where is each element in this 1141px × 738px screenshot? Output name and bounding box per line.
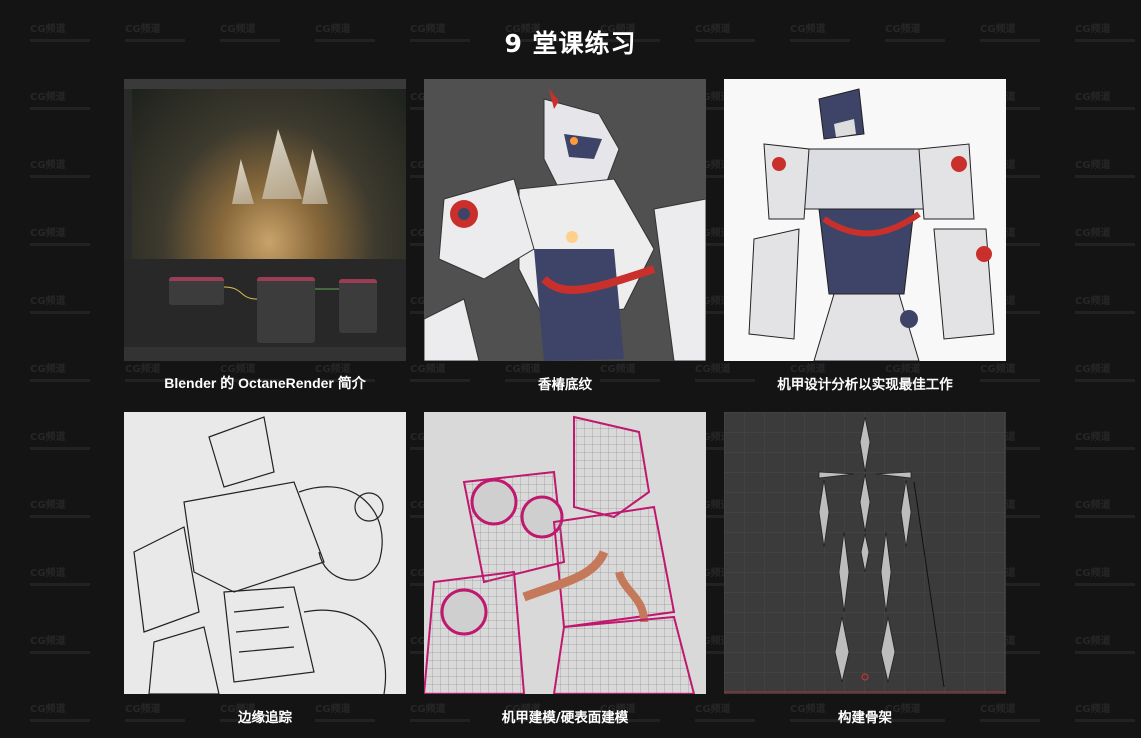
- watermark-logo: CG频道: [1075, 228, 1111, 239]
- watermark-tile: CG频道: [30, 700, 100, 726]
- watermark-logo: CG频道: [1075, 704, 1111, 715]
- watermark-tile: CG频道: [30, 224, 100, 250]
- watermark-tile: CG频道: [1075, 564, 1141, 590]
- watermark-logo: CG频道: [30, 228, 66, 239]
- watermark-logo: CG频道: [1075, 364, 1111, 375]
- watermark-logo: CG频道: [30, 704, 66, 715]
- watermark-line: [30, 515, 90, 518]
- watermark-tile: CG频道: [30, 632, 100, 658]
- watermark-logo: CG频道: [1075, 500, 1111, 511]
- robot-illustration: [748, 88, 995, 361]
- watermark-line: [1075, 719, 1135, 722]
- watermark-line: [1075, 175, 1135, 178]
- watermark-tile: CG频道: [1075, 88, 1141, 114]
- watermark-line: [30, 379, 90, 382]
- watermark-line: [30, 651, 90, 654]
- watermark-logo: CG频道: [30, 296, 66, 307]
- watermark-line: [30, 107, 90, 110]
- lesson-card[interactable]: 香椿底纹: [424, 79, 706, 393]
- watermark-line: [1075, 107, 1135, 110]
- node-editor: [124, 259, 406, 361]
- lesson-card[interactable]: Blender 的 OctaneRender 简介: [124, 79, 406, 391]
- robot-illustration: [424, 89, 706, 361]
- lesson-card[interactable]: 机甲设计分析以实现最佳工作: [724, 79, 1006, 393]
- watermark-tile: CG频道: [1075, 700, 1141, 726]
- watermark-tile: CG频道: [1075, 360, 1141, 386]
- watermark-logo: CG频道: [1075, 568, 1111, 579]
- wireframe-model: [424, 415, 696, 694]
- lesson-caption: 香椿底纹: [538, 377, 592, 393]
- watermark-tile: CG频道: [30, 428, 100, 454]
- watermark-tile: CG频道: [1075, 428, 1141, 454]
- watermark-line: [30, 243, 90, 246]
- watermark-tile: CG频道: [30, 156, 100, 182]
- watermark-logo: CG频道: [30, 568, 66, 579]
- lesson-card[interactable]: 边缘追踪: [124, 412, 406, 726]
- watermark-logo: CG频道: [1075, 432, 1111, 443]
- watermark-logo: CG频道: [30, 92, 66, 103]
- watermark-line: [1075, 651, 1135, 654]
- lesson-thumbnail[interactable]: [724, 79, 1006, 361]
- watermark-line: [30, 447, 90, 450]
- lesson-thumbnail[interactable]: [424, 412, 706, 694]
- watermark-tile: CG频道: [30, 564, 100, 590]
- armature-skeleton: [724, 412, 1006, 694]
- watermark-tile: CG频道: [30, 292, 100, 318]
- watermark-line: [1075, 243, 1135, 246]
- watermark-line: [1075, 311, 1135, 314]
- crystal-shape: [232, 159, 254, 204]
- watermark-logo: CG频道: [1075, 296, 1111, 307]
- watermark-line: [30, 583, 90, 586]
- watermark-line: [1075, 447, 1135, 450]
- watermark-tile: CG频道: [1075, 292, 1141, 318]
- watermark-line: [30, 175, 90, 178]
- watermark-logo: CG频道: [1075, 636, 1111, 647]
- watermark-tile: CG频道: [1075, 496, 1141, 522]
- lesson-thumbnail[interactable]: [124, 412, 406, 694]
- lesson-thumbnail[interactable]: [124, 79, 406, 361]
- watermark-tile: CG频道: [30, 360, 100, 386]
- watermark-tile: CG频道: [30, 496, 100, 522]
- timeline: [124, 347, 406, 361]
- watermark-logo: CG频道: [30, 636, 66, 647]
- watermark-tile: CG频道: [30, 88, 100, 114]
- crystal-shape: [302, 149, 328, 204]
- lesson-caption: Blender 的 OctaneRender 简介: [164, 375, 366, 391]
- page-title: 9 堂课练习: [504, 29, 637, 58]
- lesson-card[interactable]: 构建骨架: [724, 412, 1006, 726]
- watermark-line: [1075, 515, 1135, 518]
- lesson-caption: 机甲建模/硬表面建模: [501, 710, 629, 726]
- crystal-shape: [262, 129, 302, 199]
- watermark-tile: CG频道: [1075, 224, 1141, 250]
- watermark-logo: CG频道: [30, 432, 66, 443]
- watermark-line: [1075, 583, 1135, 586]
- lineart-illustration: [133, 416, 387, 694]
- lesson-caption: 机甲设计分析以实现最佳工作: [777, 377, 953, 393]
- lesson-caption: 边缘追踪: [238, 710, 292, 726]
- blender-topbar: [124, 79, 406, 89]
- watermark-line: [30, 311, 90, 314]
- lesson-thumbnail[interactable]: [724, 412, 1006, 694]
- watermark-line: [1075, 379, 1135, 382]
- blender-viewport: [132, 89, 406, 259]
- node-wires: [223, 286, 339, 300]
- watermark-logo: CG频道: [1075, 92, 1111, 103]
- watermark-logo: CG频道: [30, 160, 66, 171]
- lesson-thumbnail[interactable]: [424, 79, 706, 361]
- watermark-line: [30, 719, 90, 722]
- watermark-logo: CG频道: [30, 364, 66, 375]
- watermark-tile: CG频道: [1075, 632, 1141, 658]
- watermark-logo: CG频道: [1075, 160, 1111, 171]
- lesson-caption: 构建骨架: [838, 710, 892, 726]
- lesson-card[interactable]: 机甲建模/硬表面建模: [424, 412, 706, 726]
- watermark-tile: CG频道: [1075, 156, 1141, 182]
- watermark-logo: CG频道: [30, 500, 66, 511]
